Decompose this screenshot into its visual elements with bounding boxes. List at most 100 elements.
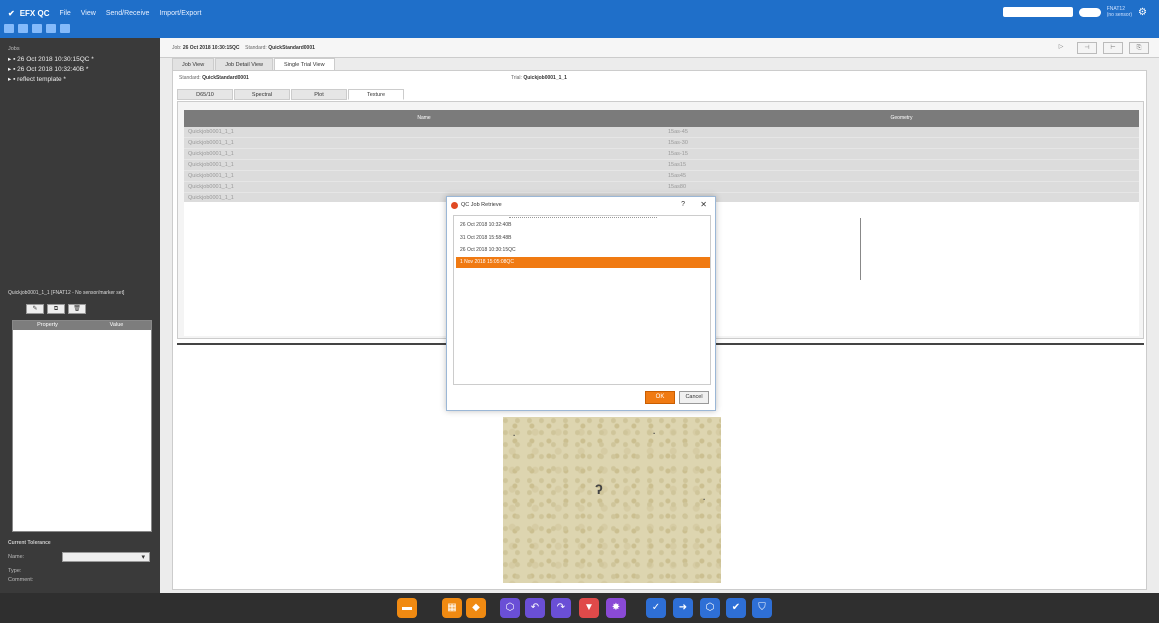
cancel-button[interactable]: Cancel bbox=[679, 391, 709, 404]
tolerance-name-select[interactable]: ▾ bbox=[62, 552, 150, 562]
app-logo-icon bbox=[451, 202, 458, 209]
texture-image: · ʔ · · bbox=[503, 417, 721, 583]
tolerance-comment-label: Comment: bbox=[8, 577, 34, 583]
window-icon[interactable] bbox=[60, 24, 70, 33]
prev-icon[interactable]: ▷ bbox=[1051, 42, 1071, 54]
standard-label: Standard: bbox=[245, 45, 267, 51]
tab-plot[interactable]: Plot bbox=[291, 89, 347, 100]
tools-icon[interactable]: ✸ bbox=[606, 598, 626, 618]
device-status: (no sensor) bbox=[1106, 12, 1133, 18]
titlebar-right: FNAT12 (no sensor) ⚙ bbox=[1002, 6, 1147, 18]
job-tree-item[interactable]: ▸ ▪ reflect template * bbox=[0, 74, 160, 84]
cell-geometry: 15as-15 bbox=[668, 151, 688, 157]
new-icon[interactable] bbox=[4, 24, 14, 33]
retrieve-icon[interactable] bbox=[46, 24, 56, 33]
hexagon-icon[interactable]: ⬡ bbox=[500, 598, 520, 618]
cell-geometry: 15as45 bbox=[668, 173, 687, 179]
job-list: 26 Oct 2018 10:32:40B 31 Oct 2018 15:58:… bbox=[453, 215, 711, 385]
tolerance-title: Current Tolerance bbox=[8, 540, 51, 546]
menu-send-receive[interactable]: Send/Receive bbox=[106, 10, 150, 17]
marker-line bbox=[860, 218, 861, 280]
list-item[interactable]: 31 Oct 2018 15:58:48B bbox=[456, 233, 710, 244]
column-geometry[interactable]: Geometry bbox=[664, 110, 1139, 127]
panel-standard-label: Standard: bbox=[179, 75, 201, 81]
table-row[interactable]: Quickjob0001_1_1 15as15 bbox=[184, 160, 1139, 171]
job-value: 26 Oct 2018 10:30:15QC bbox=[182, 45, 240, 51]
menu-file[interactable]: File bbox=[59, 10, 70, 17]
view-toolbar: ▷ ⊣ ⊢ ⎘ bbox=[1051, 42, 1149, 54]
undo-icon[interactable]: ↶ bbox=[525, 598, 545, 618]
close-icon[interactable]: ✕ bbox=[700, 197, 707, 213]
panel-standard-value: QuickStandard0001 bbox=[202, 75, 249, 81]
panel-trial-label: Trial: bbox=[511, 75, 522, 81]
list-top-border bbox=[509, 217, 657, 219]
instrument-icon[interactable] bbox=[18, 24, 28, 33]
sidebar-action-buttons: ✎ ⧉ 🗑 bbox=[26, 304, 86, 314]
cell-name: Quickjob0001_1_1 bbox=[188, 173, 234, 179]
tab-spectral[interactable]: Spectral bbox=[234, 89, 290, 100]
measure-icon[interactable] bbox=[32, 24, 42, 33]
gear-icon[interactable]: ⚙ bbox=[1138, 7, 1147, 18]
menu-bar: ✔ EFX QC File View Send/Receive Import/E… bbox=[0, 6, 201, 20]
dialog-titlebar: QC Job Retrieve ? ✕ bbox=[447, 197, 715, 213]
copy-button[interactable]: ⧉ bbox=[47, 304, 65, 314]
job-info: Job: 26 Oct 2018 10:30:15QC Standard: Qu… bbox=[172, 45, 315, 51]
job-info-bar: Job: 26 Oct 2018 10:30:15QC Standard: Qu… bbox=[160, 38, 1159, 58]
shield-check-icon[interactable]: ⛉ bbox=[752, 598, 772, 618]
shield-outline-icon[interactable]: ⬡ bbox=[700, 598, 720, 618]
table-row[interactable]: Quickjob0001_1_1 15as-30 bbox=[184, 138, 1139, 149]
app-titlebar: ✔ EFX QC File View Send/Receive Import/E… bbox=[0, 0, 1159, 38]
cell-geometry: 15as80 bbox=[668, 184, 687, 190]
texture-speck: · bbox=[653, 429, 656, 438]
ok-button[interactable]: OK bbox=[645, 391, 675, 404]
device-info: FNAT12 (no sensor) bbox=[1107, 6, 1132, 18]
list-item[interactable]: 26 Oct 2018 10:30:15QC bbox=[456, 245, 710, 256]
user-search-input[interactable] bbox=[1002, 7, 1073, 17]
texture-speck: · bbox=[513, 431, 516, 440]
tag-icon[interactable]: ◆ bbox=[466, 598, 486, 618]
connection-toggle[interactable] bbox=[1078, 7, 1101, 17]
delete-button[interactable]: 🗑 bbox=[68, 304, 86, 314]
edit-button[interactable]: ✎ bbox=[26, 304, 44, 314]
panel-trial-value: Quickjob0001_1_1 bbox=[523, 75, 567, 81]
chart-left-icon[interactable]: ⊣ bbox=[1077, 42, 1097, 54]
filter-icon[interactable]: ▼ bbox=[579, 598, 599, 618]
table-row[interactable]: Quickjob0001_1_1 15as45 bbox=[184, 171, 1139, 182]
table-row[interactable]: Quickjob0001_1_1 15as-45 bbox=[184, 127, 1139, 138]
folder-icon[interactable]: ▬ bbox=[397, 598, 417, 618]
chevron-down-icon: ▾ bbox=[141, 554, 145, 561]
chart-right-icon[interactable]: ⊢ bbox=[1103, 42, 1123, 54]
job-tree-item[interactable]: ▸ ▪ 26 Oct 2018 10:32:40B * bbox=[0, 64, 160, 74]
tab-d65-10[interactable]: D65/10 bbox=[177, 89, 233, 100]
sub-tabs: D65/10 Spectral Plot Texture bbox=[177, 89, 405, 100]
list-item-selected[interactable]: 1 Nov 2018 15:05:08QC bbox=[456, 257, 710, 268]
tab-texture[interactable]: Texture bbox=[348, 89, 404, 100]
job-tree-item[interactable]: ▸ ▪ 26 Oct 2018 10:30:15QC * bbox=[0, 54, 160, 64]
bottom-dock: ▬ ▦ ◆ ⬡ ↶ ↷ ▼ ✸ ✓ ➜ ⬡ ✔ ⛉ bbox=[0, 593, 1159, 623]
cell-name: Quickjob0001_1_1 bbox=[188, 129, 234, 135]
column-property[interactable]: Property bbox=[13, 321, 82, 330]
check-measure-icon[interactable]: ✓ bbox=[646, 598, 666, 618]
table-row[interactable]: Quickjob0001_1_1 15as-15 bbox=[184, 149, 1139, 160]
qc-job-retrieve-dialog: QC Job Retrieve ? ✕ 26 Oct 2018 10:32:40… bbox=[446, 196, 716, 411]
grid-header: Name Geometry bbox=[184, 110, 1139, 127]
cell-geometry: 15as15 bbox=[668, 162, 687, 168]
redo-icon[interactable]: ↷ bbox=[551, 598, 571, 618]
tolerance-type-label: Type: bbox=[8, 568, 22, 574]
help-button[interactable]: ? bbox=[681, 197, 685, 213]
column-value[interactable]: Value bbox=[82, 321, 151, 330]
dialog-title: QC Job Retrieve bbox=[461, 202, 502, 208]
cell-geometry: 15as-45 bbox=[668, 129, 688, 135]
table-row[interactable]: Quickjob0001_1_1 15as80 bbox=[184, 182, 1139, 193]
import-icon[interactable]: ➜ bbox=[673, 598, 693, 618]
standard-value: QuickStandard0001 bbox=[268, 45, 315, 51]
save-icon[interactable]: ▦ bbox=[442, 598, 462, 618]
panel-trial: Trial: Quickjob0001_1_1 bbox=[511, 75, 567, 81]
column-name[interactable]: Name bbox=[184, 110, 664, 127]
menu-view[interactable]: View bbox=[81, 10, 96, 17]
menu-import-export[interactable]: Import/Export bbox=[159, 10, 201, 17]
export-icon[interactable]: ⎘ bbox=[1129, 42, 1149, 54]
approve-icon[interactable]: ✔ bbox=[726, 598, 746, 618]
sidebar-header: Jobs bbox=[8, 46, 20, 52]
list-item[interactable]: 26 Oct 2018 10:32:40B bbox=[456, 220, 710, 231]
